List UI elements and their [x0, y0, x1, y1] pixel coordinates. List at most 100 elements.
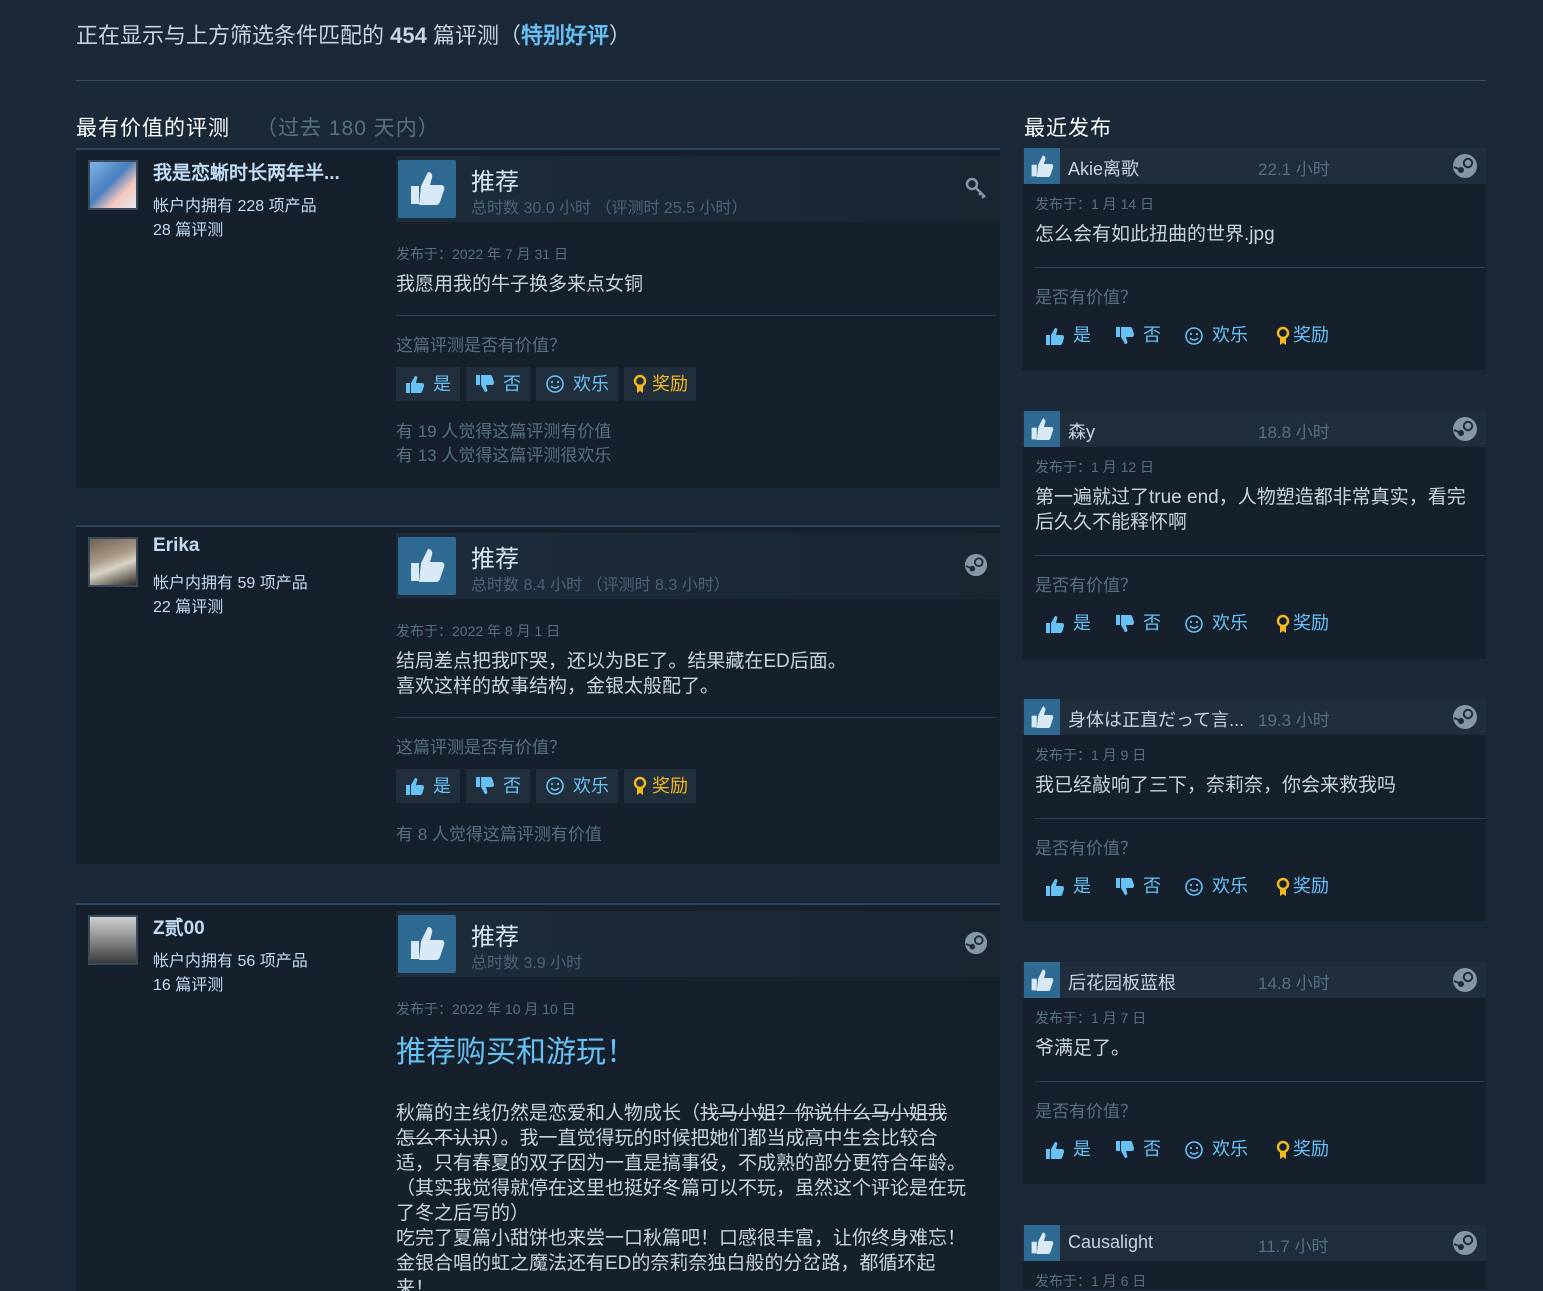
author-products[interactable]: 帐户内拥有 56 项产品: [153, 947, 308, 971]
helpful-question: 这篇评测是否有价值？: [396, 336, 566, 355]
review-card: 我是恋蜥时长两年半... 帐户内拥有 228 项产品 28 篇评测 推荐 总时数…: [76, 148, 1000, 488]
posted-date: 发布于：1 月 7 日: [1035, 1010, 1147, 1026]
posted-date: 发布于：1 月 6 日: [1035, 1273, 1147, 1289]
author-name[interactable]: Erika: [153, 535, 353, 557]
award-label: 奖励: [1293, 1139, 1329, 1159]
vote-funny-label: 欢乐: [573, 776, 609, 796]
review-summary: 正在显示与上方筛选条件匹配的 454 篇评测（特别好评）: [76, 18, 631, 50]
avatar[interactable]: [88, 160, 138, 210]
author-name[interactable]: 身体は正直だって言...: [1068, 706, 1253, 732]
rating-link[interactable]: 特别好评: [521, 23, 609, 48]
author-name[interactable]: Akie离歌: [1068, 155, 1253, 181]
recent-review-card: 后花园板蓝根 14.8 小时 发布于：1 月 7 日 爷满足了。 是否有价值？ …: [1022, 962, 1486, 1184]
award-icon: [630, 374, 650, 394]
summary-suffix: ）: [609, 23, 632, 48]
vote-no-label: 否: [1143, 1139, 1161, 1159]
recommended-label: 推荐: [471, 169, 519, 196]
review-card: Erika 帐户内拥有 59 项产品 22 篇评测 推荐 总时数 8.4 小时 …: [76, 525, 1000, 864]
helpful-count-line: 有 8 人觉得这篇评测有价值: [396, 825, 602, 844]
thumbs-down-icon: [1115, 877, 1135, 897]
content-text: 秋篇的主线仍然是恋爱和人物成长（: [396, 1103, 701, 1124]
vote-no-label: 否: [1143, 876, 1161, 896]
award-icon: [1273, 877, 1293, 897]
review-card: Z贰00 帐户内拥有 56 项产品 16 篇评测 推荐 总时数 3.9 小时 发…: [76, 903, 1000, 1291]
vote-row: 是 否 欢乐 奖励: [1035, 871, 1475, 901]
vote-row: 是 否 欢乐 奖励: [1035, 320, 1475, 350]
steam-icon: [1452, 153, 1478, 179]
vote-yes-label: 是: [1073, 1139, 1091, 1159]
review-text: 怎么会有如此扭曲的世界.jpg: [1035, 224, 1275, 245]
author-name[interactable]: Causalight: [1068, 1232, 1253, 1253]
helpful-question: 是否有价值？: [1035, 576, 1137, 595]
thumbs-down-icon: [475, 776, 495, 796]
recent-review-header[interactable]: Causalight 11.7 小时: [1022, 1225, 1486, 1261]
smile-icon: [1184, 614, 1204, 634]
divider: [396, 315, 996, 316]
thumbs-up-icon: [1045, 326, 1065, 346]
vote-funny-button[interactable]: 欢乐: [536, 769, 618, 803]
summary-prefix: 正在显示与上方筛选条件匹配的: [76, 23, 385, 48]
playtime: 总时数 3.9 小时: [471, 955, 583, 972]
author-reviews[interactable]: 28 篇评测: [153, 216, 223, 240]
vote-yes-button[interactable]: 是: [396, 367, 460, 401]
thumbs-down-icon: [1115, 326, 1135, 346]
review-text: 爷满足了。: [1035, 1038, 1131, 1059]
smile-icon: [1184, 326, 1204, 346]
helpful-question: 是否有价值？: [1035, 839, 1137, 858]
vote-funny-label: 欢乐: [1212, 1139, 1248, 1159]
thumbs-up-icon: [1024, 962, 1060, 998]
review-header[interactable]: 推荐 总时数 8.4 小时 （评测时 8.3 小时）: [396, 533, 1000, 599]
author-products[interactable]: 帐户内拥有 59 项产品: [153, 569, 308, 593]
recommended-label: 推荐: [471, 546, 519, 573]
thumbs-up-icon: [1024, 148, 1060, 184]
award-button[interactable]: 奖励: [624, 769, 696, 803]
playtime: 18.8 小时: [1258, 423, 1330, 442]
author-name[interactable]: 后花园板蓝根: [1068, 969, 1253, 995]
vote-funny-button[interactable]: 欢乐: [536, 367, 618, 401]
divider: [1035, 267, 1485, 268]
vote-no-button[interactable]: 否: [466, 769, 530, 803]
posted-date: 发布于：1 月 12 日: [1035, 459, 1155, 475]
smile-icon: [545, 776, 565, 796]
recent-review-header[interactable]: 身体は正直だって言... 19.3 小时: [1022, 699, 1486, 735]
thumbs-down-icon: [1115, 1140, 1135, 1160]
review-author-panel: 我是恋蜥时长两年半... 帐户内拥有 228 项产品 28 篇评测: [76, 150, 388, 488]
vote-yes-button[interactable]: 是: [396, 769, 460, 803]
author-name[interactable]: 森y: [1068, 418, 1253, 444]
review-text: 第一遍就过了true end，人物塑造都非常真实，看完后久久不能释怀啊: [1035, 487, 1466, 533]
playtime: 总时数 30.0 小时 （评测时 25.5 小时）: [471, 200, 748, 217]
author-reviews[interactable]: 22 篇评测: [153, 593, 223, 617]
review-header[interactable]: 推荐 总时数 3.9 小时: [396, 911, 1000, 977]
recent-review-card: 身体は正直だって言... 19.3 小时 发布于：1 月 9 日 我已经敲响了三…: [1022, 699, 1486, 921]
award-button[interactable]: 奖励: [624, 367, 696, 401]
divider: [396, 717, 996, 718]
review-content: 秋篇的主线仍然是恋爱和人物成长（找马小姐？你说什么马小姐我 怎么不认识）。我一直…: [396, 1101, 986, 1291]
summary-middle: 篇评测（: [432, 23, 521, 48]
vote-funny-label: 欢乐: [1212, 613, 1248, 633]
vote-yes-label: 是: [433, 374, 451, 394]
content-line: 怎么不认识）。我一直觉得玩的时候把她们都当成高中生会比较合: [396, 1126, 986, 1151]
helpful-count: 有 19 人觉得这篇评测有价值 有 13 人觉得这篇评测很欢乐: [396, 420, 611, 468]
vote-no-button[interactable]: 否: [466, 367, 530, 401]
content-line: 秋篇的主线仍然是恋爱和人物成长（找马小姐？你说什么马小姐我: [396, 1101, 986, 1126]
vote-yes-label: 是: [1073, 325, 1091, 345]
strikethrough-text: 怎么不认识: [396, 1128, 492, 1149]
author-reviews[interactable]: 16 篇评测: [153, 971, 223, 995]
playtime: 14.8 小时: [1258, 974, 1330, 993]
content-line: 我愿用我的牛子换多来点女铜: [396, 274, 644, 295]
author-name[interactable]: Z贰00: [153, 913, 353, 940]
thumbs-up-icon: [1024, 411, 1060, 447]
content-text: ）。我一直觉得玩的时候把她们都当成高中生会比较合: [491, 1128, 938, 1149]
steam-icon: [964, 931, 988, 955]
award-label: 奖励: [1293, 325, 1329, 345]
recent-review-header[interactable]: 后花园板蓝根 14.8 小时: [1022, 962, 1486, 998]
review-header[interactable]: 推荐 总时数 30.0 小时 （评测时 25.5 小时）: [396, 156, 1000, 222]
recent-review-header[interactable]: 森y 18.8 小时: [1022, 411, 1486, 447]
thumbs-up-icon: [1024, 699, 1060, 735]
recent-review-header[interactable]: Akie离歌 22.1 小时: [1022, 148, 1486, 184]
author-products[interactable]: 帐户内拥有 228 项产品: [153, 192, 317, 216]
author-name[interactable]: 我是恋蜥时长两年半...: [153, 158, 353, 185]
playtime: 22.1 小时: [1258, 160, 1330, 179]
avatar[interactable]: [88, 915, 138, 965]
avatar[interactable]: [88, 537, 138, 587]
